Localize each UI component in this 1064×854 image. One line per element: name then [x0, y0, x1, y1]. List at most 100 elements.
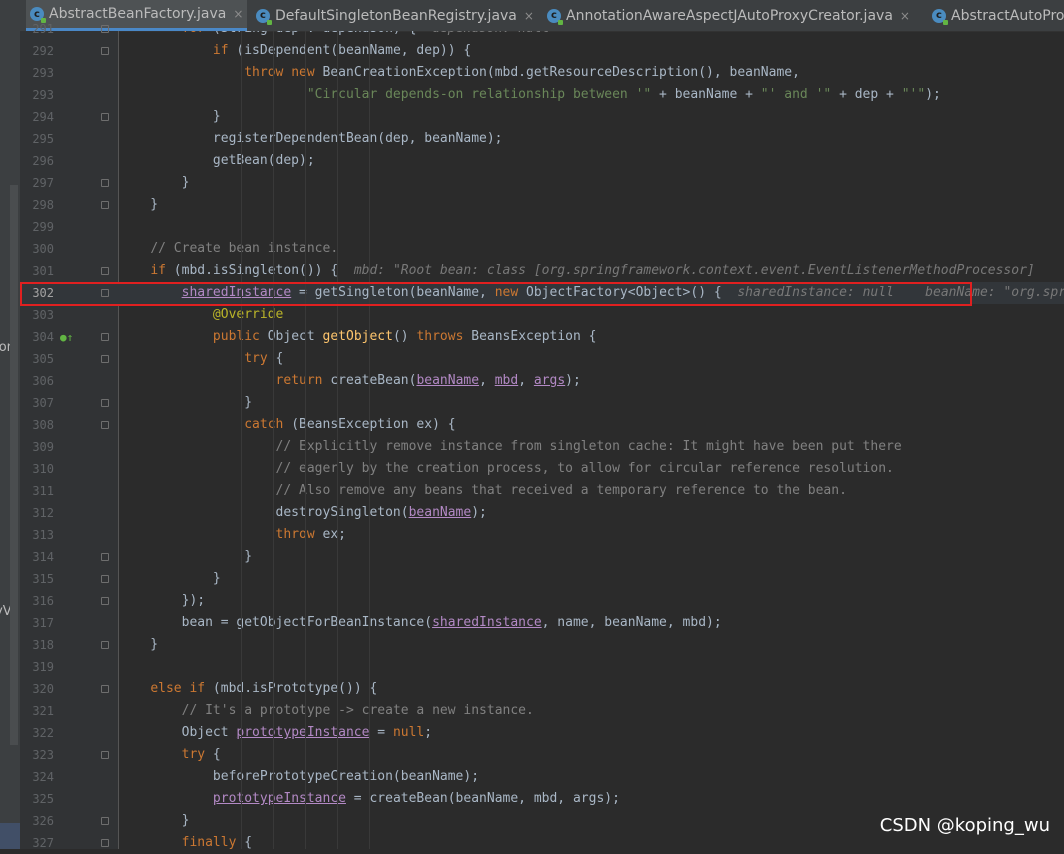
code-line[interactable]: @Override — [119, 304, 1064, 326]
project-sidebar[interactable]: r tion tyV — [0, 0, 20, 849]
code-line[interactable]: } — [119, 392, 1064, 414]
fold-marker-icon[interactable] — [101, 267, 109, 275]
fold-marker-icon[interactable] — [101, 553, 109, 561]
code-token: "'" — [901, 87, 926, 102]
fold-marker-icon[interactable] — [101, 641, 109, 649]
code-line[interactable]: beforePrototypeCreation(beanName); — [119, 766, 1064, 788]
code-line[interactable]: if (mbd.isSingleton()) { mbd: "Root bean… — [119, 260, 1064, 282]
code-token: getObject — [322, 329, 393, 344]
code-line[interactable]: destroySingleton(beanName); — [119, 502, 1064, 524]
code-line[interactable]: prototypeInstance = createBean(beanName,… — [119, 788, 1064, 810]
line-number: 303 — [32, 308, 54, 322]
line-number: 317 — [32, 616, 54, 630]
fold-marker-icon[interactable] — [101, 421, 109, 429]
implements-method-icon[interactable]: ●↑ — [60, 331, 73, 344]
code-token: "' and '" — [760, 87, 832, 102]
fold-marker-icon[interactable] — [101, 355, 109, 363]
line-number: 293 — [32, 88, 54, 102]
fold-marker-icon[interactable] — [101, 25, 109, 33]
code-line[interactable]: // Create bean instance. — [119, 238, 1064, 260]
code-line[interactable]: "Circular depends-on relationship betwee… — [119, 84, 1064, 106]
code-token: } — [119, 395, 253, 410]
fold-marker-icon[interactable] — [101, 201, 109, 209]
fold-marker-icon[interactable] — [101, 817, 109, 825]
line-number: 296 — [32, 154, 54, 168]
code-token: { — [205, 747, 221, 762]
code-token: throws — [416, 329, 464, 344]
code-line[interactable]: bean = getObjectForBeanInstance(sharedIn… — [119, 612, 1064, 634]
code-token: beanName — [416, 373, 480, 388]
code-line[interactable]: try { — [119, 744, 1064, 766]
code-line[interactable]: registerDependentBean(dep, beanName); — [119, 128, 1064, 150]
code-line[interactable]: throw new BeanCreationException(mbd.getR… — [119, 62, 1064, 84]
code-line[interactable]: // Explicitly remove instance from singl… — [119, 436, 1064, 458]
fold-marker-icon[interactable] — [101, 685, 109, 693]
code-token: { — [267, 351, 284, 366]
line-number: 327 — [32, 836, 54, 850]
code-token: + beanName + — [651, 87, 761, 102]
code-line[interactable] — [119, 656, 1064, 678]
code-line[interactable]: }); — [119, 590, 1064, 612]
code-token: if — [212, 43, 229, 58]
fold-marker-icon[interactable] — [101, 289, 109, 297]
code-line[interactable]: try { — [119, 348, 1064, 370]
sidebar-scrollbar[interactable] — [10, 185, 18, 745]
line-number: 318 — [32, 638, 54, 652]
code-line[interactable]: public Object getObject() throws BeansEx… — [119, 326, 1064, 348]
indent-guide — [273, 31, 274, 849]
code-line[interactable]: } — [119, 634, 1064, 656]
code-line[interactable]: } — [119, 172, 1064, 194]
fold-marker-icon[interactable] — [101, 333, 109, 341]
code-line[interactable] — [119, 216, 1064, 238]
fold-marker-icon[interactable] — [101, 179, 109, 187]
code-line[interactable]: Object prototypeInstance = null; — [119, 722, 1064, 744]
code-token: mbd — [494, 373, 519, 388]
line-number: 320 — [32, 682, 54, 696]
code-token: } — [119, 197, 159, 212]
code-token: } — [119, 109, 221, 124]
code-token: for — [182, 31, 205, 36]
code-line[interactable]: for (String dep : dependsOn) { dependsOn… — [119, 31, 1064, 40]
tab-default-singleton-bean-registry[interactable]: c DefaultSingletonBeanRegistry.java × — [256, 0, 534, 31]
tab-annotation-aware-aspectj-auto-proxy-creator[interactable]: c AnnotationAwareAspectJAutoProxyCreator… — [547, 0, 910, 31]
fold-marker-icon[interactable] — [101, 575, 109, 583]
tab-abstract-auto-proxy-creator[interactable]: c AbstractAutoProxyCreator — [932, 0, 1064, 31]
code-line[interactable]: } — [119, 194, 1064, 216]
code-token: } — [119, 813, 190, 828]
code-token: throw — [275, 527, 315, 542]
code-line[interactable]: // It's a prototype -> create a new inst… — [119, 700, 1064, 722]
code-line[interactable]: // Also remove any beans that received a… — [119, 480, 1064, 502]
tab-label: AbstractAutoProxyCreator — [951, 7, 1064, 24]
fold-marker-icon[interactable] — [101, 751, 109, 759]
code-line[interactable]: } — [119, 568, 1064, 590]
code-line[interactable]: getBean(dep); — [119, 150, 1064, 172]
fold-marker-icon[interactable] — [101, 47, 109, 55]
code-line[interactable]: // eagerly by the creation process, to a… — [119, 458, 1064, 480]
code-line[interactable]: catch (BeansException ex) { — [119, 414, 1064, 436]
code-token: } — [119, 571, 221, 586]
tab-abstract-bean-factory[interactable]: c AbstractBeanFactory.java × — [26, 0, 248, 31]
code-line[interactable]: } — [119, 106, 1064, 128]
line-number: 306 — [32, 374, 54, 388]
close-icon[interactable]: × — [233, 7, 243, 21]
fold-marker-icon[interactable] — [101, 113, 109, 121]
code-line[interactable]: } — [119, 546, 1064, 568]
fold-marker-icon[interactable] — [101, 597, 109, 605]
tab-label: DefaultSingletonBeanRegistry.java — [275, 7, 517, 24]
fold-marker-icon[interactable] — [101, 399, 109, 407]
code-editor[interactable]: for (String dep : dependsOn) { dependsOn… — [119, 31, 1064, 849]
code-line[interactable]: else if (mbd.isPrototype()) { — [119, 678, 1064, 700]
code-line[interactable]: if (isDependent(beanName, dep)) { — [119, 40, 1064, 62]
code-line[interactable]: throw ex; — [119, 524, 1064, 546]
code-line[interactable]: return createBean(beanName, mbd, args); — [119, 370, 1064, 392]
code-token: args — [533, 373, 566, 388]
fold-marker-icon[interactable] — [101, 839, 109, 847]
close-icon[interactable]: × — [524, 9, 534, 23]
close-icon[interactable]: × — [900, 9, 910, 23]
